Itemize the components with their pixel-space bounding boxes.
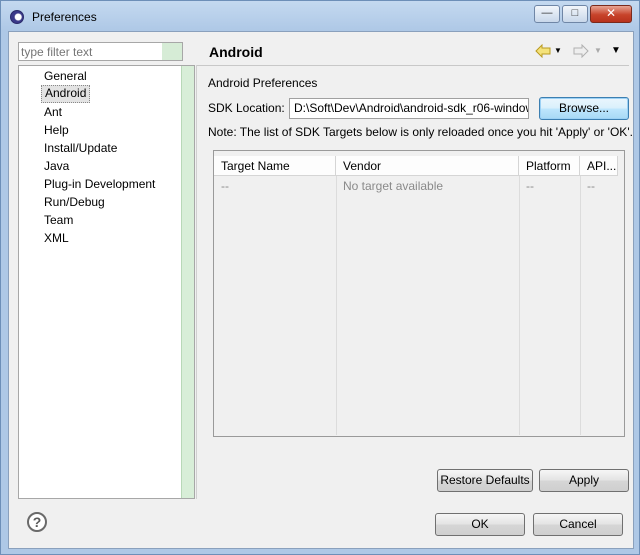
close-button[interactable]: ✕ (590, 5, 632, 23)
column-header-api[interactable]: API... (580, 156, 618, 176)
title-bar[interactable]: Preferences — □ ✕ (1, 1, 639, 33)
column-header-vendor[interactable]: Vendor (336, 156, 519, 176)
sdk-location-field[interactable]: D:\Soft\Dev\Android\android-sdk_r06-wind… (289, 98, 529, 119)
pane-divider[interactable] (196, 65, 197, 499)
arrow-right-icon[interactable] (573, 43, 589, 59)
tree-item-general[interactable]: General (41, 68, 90, 84)
tree-item-plugin-development[interactable]: Plug-in Development (41, 176, 158, 192)
sdk-location-label: SDK Location: (208, 101, 285, 115)
page-title: Android (209, 44, 263, 60)
table-cell-target-name[interactable]: -- (214, 177, 229, 195)
arrow-left-icon[interactable] (535, 43, 551, 59)
tree-item-android[interactable]: Android (41, 85, 91, 103)
window-title: Preferences (32, 10, 97, 24)
table-cell-platform[interactable]: -- (519, 177, 534, 195)
minimize-button[interactable]: — (534, 5, 560, 23)
ok-button[interactable]: OK (435, 513, 525, 536)
tree-item-help[interactable]: Help (41, 122, 72, 138)
cancel-button[interactable]: Cancel (533, 513, 623, 536)
column-divider (336, 176, 337, 435)
tree-scroll-strip (181, 66, 194, 498)
android-preferences-label: Android Preferences (208, 76, 318, 90)
tree-item-run-debug[interactable]: Run/Debug (41, 194, 108, 210)
sdk-reload-note: Note: The list of SDK Targets below is o… (208, 125, 633, 139)
restore-defaults-button[interactable]: Restore Defaults (437, 469, 533, 492)
table-cell-api[interactable]: -- (580, 177, 595, 195)
eclipse-icon (10, 10, 24, 24)
help-question-icon[interactable]: ? (27, 512, 47, 532)
page-header: Android ▼ ▼ ▼ (197, 35, 629, 66)
tree-item-install-update[interactable]: Install/Update (41, 140, 120, 156)
apply-button[interactable]: Apply (539, 469, 629, 492)
column-header-target-name[interactable]: Target Name (214, 156, 336, 176)
preferences-window: Preferences — □ ✕ General Android Ant He… (0, 0, 640, 555)
sdk-targets-table: Target Name Vendor Platform API... -- No… (213, 150, 625, 437)
back-dropdown-icon[interactable]: ▼ (554, 44, 562, 58)
tree-item-java[interactable]: Java (41, 158, 72, 174)
tree-item-xml[interactable]: XML (41, 230, 72, 246)
maximize-button[interactable]: □ (562, 5, 588, 23)
triangle-down-icon[interactable]: ▼ (611, 44, 621, 58)
column-divider (580, 176, 581, 435)
forward-dropdown-icon[interactable]: ▼ (594, 44, 602, 58)
column-header-platform[interactable]: Platform (519, 156, 580, 176)
filter-input[interactable] (19, 43, 163, 60)
browse-button[interactable]: Browse... (539, 97, 629, 120)
table-cell-vendor[interactable]: No target available (336, 177, 443, 195)
filter-box (18, 42, 183, 61)
dialog-client-area: General Android Ant Help Install/Update … (8, 31, 634, 549)
tree-item-team[interactable]: Team (41, 212, 76, 228)
column-divider (519, 176, 520, 435)
preference-tree: General Android Ant Help Install/Update … (18, 65, 195, 499)
filter-clear-icon[interactable] (162, 43, 182, 60)
tree-item-ant[interactable]: Ant (41, 104, 65, 120)
